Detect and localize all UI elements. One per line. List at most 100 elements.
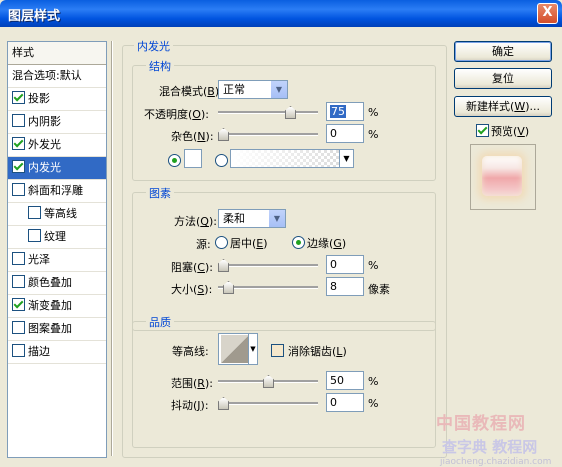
antialias-label[interactable]: 消除锯齿(L): [288, 343, 347, 359]
gradient-radio[interactable]: [215, 154, 228, 167]
close-button[interactable]: X: [537, 3, 558, 24]
style-item[interactable]: 图案叠加: [8, 318, 106, 341]
style-item[interactable]: 等高线: [8, 203, 106, 226]
style-item[interactable]: 渐变叠加: [8, 295, 106, 318]
gradient-fill: [231, 150, 339, 167]
style-item-checkbox[interactable]: [12, 298, 25, 311]
noise-slider-track: [218, 133, 318, 136]
style-item[interactable]: 斜面和浮雕: [8, 180, 106, 203]
jitter-input[interactable]: 0: [326, 393, 364, 412]
blend-mode-label: 混合模式(B):: [159, 85, 223, 98]
choke-slider-thumb[interactable]: [218, 259, 229, 272]
style-item-checkbox[interactable]: [12, 114, 25, 127]
contour-picker[interactable]: ▼: [218, 333, 258, 365]
range-slider[interactable]: [218, 375, 318, 388]
noise-input[interactable]: 0: [326, 124, 364, 143]
range-input[interactable]: 50: [326, 371, 364, 390]
glow-gradient-picker[interactable]: ▼: [230, 149, 354, 168]
style-item-label: 颜色叠加: [28, 276, 72, 289]
source-edge-radio[interactable]: [292, 236, 305, 249]
opacity-slider[interactable]: [218, 106, 318, 119]
choke-slider-track: [218, 264, 318, 267]
source-center-label[interactable]: 居中(E): [230, 235, 268, 251]
size-input[interactable]: 8: [326, 277, 364, 296]
noise-slider[interactable]: [218, 128, 318, 141]
window-title: 图层样式: [8, 9, 61, 24]
style-item-checkbox[interactable]: [12, 275, 25, 288]
choke-slider[interactable]: [218, 259, 318, 272]
style-item-checkbox[interactable]: [12, 344, 25, 357]
blend-mode-select[interactable]: 正常 ▼: [218, 80, 288, 99]
style-item-checkbox[interactable]: [12, 137, 25, 150]
ok-button[interactable]: 确定: [454, 41, 552, 62]
range-slider-thumb[interactable]: [263, 375, 274, 388]
size-slider-thumb[interactable]: [223, 281, 234, 294]
style-item-label: 外发光: [28, 138, 61, 151]
style-item[interactable]: 外发光: [8, 134, 106, 157]
style-item[interactable]: 内发光: [8, 157, 106, 180]
panel-divider: [111, 41, 113, 456]
new-style-button[interactable]: 新建样式(W)...: [454, 96, 552, 117]
choke-label: 阻塞(C):: [171, 261, 213, 274]
structure-title: 结构: [146, 58, 174, 74]
glow-color-swatch[interactable]: [184, 149, 202, 168]
opacity-slider-track: [218, 111, 318, 114]
inner-glow-title: 内发光: [134, 38, 173, 54]
style-item[interactable]: 颜色叠加: [8, 272, 106, 295]
choke-input[interactable]: 0: [326, 255, 364, 274]
style-preview: [470, 144, 536, 210]
elements-title: 图素: [146, 185, 174, 201]
noise-label: 杂色(N):: [171, 130, 214, 143]
opacity-input[interactable]: 75: [326, 102, 364, 121]
source-label: 源:: [196, 238, 211, 251]
style-item-label: 内发光: [28, 161, 61, 174]
style-item-checkbox[interactable]: [12, 252, 25, 265]
contour-curve-icon: [221, 335, 249, 363]
style-item-checkbox[interactable]: [12, 183, 25, 196]
method-select[interactable]: 柔和 ▼: [218, 209, 286, 228]
opacity-unit: %: [368, 106, 379, 119]
quality-title: 品质: [146, 314, 174, 330]
watermark-line1: 中国教程网: [436, 414, 526, 434]
antialias-checkbox[interactable]: [271, 344, 284, 357]
jitter-label: 抖动(J):: [171, 399, 209, 412]
style-item-label: 图案叠加: [28, 322, 72, 335]
chevron-down-icon: ▼: [270, 81, 287, 98]
style-item-label: 描边: [28, 345, 50, 358]
style-item-label: 渐变叠加: [28, 299, 72, 312]
reset-button[interactable]: 复位: [454, 68, 552, 89]
style-item[interactable]: 纹理: [8, 226, 106, 249]
opacity-slider-thumb[interactable]: [285, 106, 296, 119]
style-item-checkbox[interactable]: [12, 321, 25, 334]
style-item-label: 等高线: [44, 207, 77, 220]
style-item-label: 斜面和浮雕: [28, 184, 83, 197]
style-list-header[interactable]: 样式: [8, 42, 106, 65]
watermark: 中国教程网 查字典 教程网 jiaocheng.chazidian.com: [436, 409, 551, 467]
range-label: 范围(R):: [171, 377, 213, 390]
opacity-label: 不透明度(O):: [144, 108, 209, 121]
preview-checkbox[interactable]: [476, 124, 489, 137]
title-bar: 图层样式 X: [0, 0, 562, 27]
style-item[interactable]: 描边: [8, 341, 106, 364]
size-slider[interactable]: [218, 281, 318, 294]
chevron-down-icon: ▼: [248, 334, 257, 364]
source-center-radio[interactable]: [215, 236, 228, 249]
source-edge-label[interactable]: 边缘(G): [307, 235, 346, 251]
jitter-slider[interactable]: [218, 397, 318, 410]
range-unit: %: [368, 375, 379, 388]
style-item-checkbox[interactable]: [12, 91, 25, 104]
solid-color-radio[interactable]: [168, 154, 181, 167]
style-item-checkbox[interactable]: [12, 160, 25, 173]
jitter-slider-thumb[interactable]: [218, 397, 229, 410]
style-item[interactable]: 内阴影: [8, 111, 106, 134]
style-item-checkbox[interactable]: [28, 206, 41, 219]
size-label: 大小(S):: [171, 283, 213, 296]
style-item[interactable]: 混合选项:默认: [8, 65, 106, 88]
style-item-label: 纹理: [44, 230, 66, 243]
style-item[interactable]: 投影: [8, 88, 106, 111]
method-label: 方法(Q):: [174, 215, 217, 228]
preview-label[interactable]: 预览(V): [491, 123, 529, 139]
style-item[interactable]: 光泽: [8, 249, 106, 272]
style-item-checkbox[interactable]: [28, 229, 41, 242]
noise-slider-thumb[interactable]: [218, 128, 229, 141]
